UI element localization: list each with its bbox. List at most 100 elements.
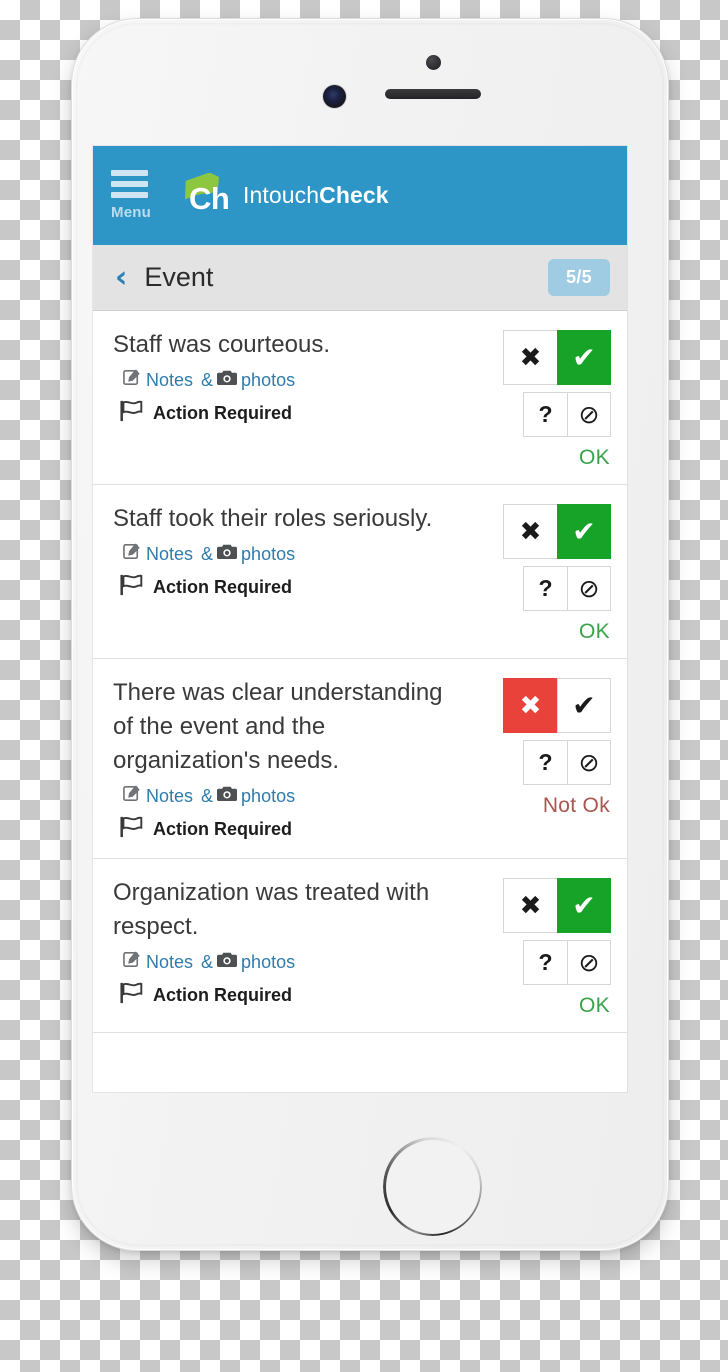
flag-icon (119, 398, 144, 428)
notes-label: Notes (146, 543, 194, 564)
x-icon: ✖ (519, 342, 542, 373)
question-mark-icon: ? (538, 949, 553, 976)
no-entry-icon: ⊘ (578, 400, 600, 429)
status-badge: OK (579, 446, 610, 469)
checklist: Staff was courteous. Notes & photos Acti… (93, 311, 627, 1034)
answer-not-applicable-button[interactable]: ⊘ (567, 566, 611, 611)
no-entry-icon: ⊘ (578, 574, 600, 603)
no-entry-icon: ⊘ (578, 948, 600, 978)
no-entry-icon: ⊘ (578, 748, 600, 777)
brand-prefix: Intouch (243, 182, 320, 208)
answer-primary-row: ✖ ✔ (503, 878, 611, 934)
app-bar: Menu Ch IntouchCheck (93, 146, 627, 245)
notes-and-photos-link[interactable]: Notes & photos (123, 784, 299, 808)
notes-and-photos-link[interactable]: Notes & photos (123, 950, 299, 974)
action-required-label: Action Required (153, 818, 293, 839)
answer-controls: ✖ ✔ ? ⊘ OK (475, 502, 611, 644)
action-required-label: Action Required (153, 984, 293, 1005)
chevron-left-icon[interactable]: ‹ (115, 262, 127, 293)
camera-icon (217, 543, 238, 565)
camera-icon (217, 785, 238, 807)
home-button-icon[interactable] (383, 1137, 482, 1236)
answer-unknown-button[interactable]: ? (523, 566, 567, 611)
flag-icon (119, 814, 144, 844)
action-required-row[interactable]: Action Required (113, 398, 465, 428)
checklist-item-content: Staff was courteous. Notes & photos Acti… (113, 328, 475, 470)
answer-yes-button[interactable]: ✔ (557, 330, 611, 385)
proximity-sensor-icon (426, 55, 441, 70)
notes-photos-row: Notes & photos (113, 542, 465, 566)
front-camera-icon (323, 85, 346, 108)
check-icon: ✔ (572, 888, 596, 922)
status-badge: OK (579, 620, 610, 643)
checklist-item-2: Staff took their roles seriously. Notes … (93, 485, 627, 659)
checklist-item-content: Organization was treated with respect. N… (113, 876, 475, 1018)
x-icon: ✖ (519, 890, 542, 921)
question-mark-icon: ? (538, 749, 553, 775)
camera-icon (217, 951, 238, 973)
answer-secondary-row: ? ⊘ (523, 940, 611, 986)
check-icon: ✔ (572, 340, 596, 374)
answer-secondary-row: ? ⊘ (523, 392, 611, 437)
action-required-label: Action Required (153, 402, 293, 423)
checklist-item-content: Staff took their roles seriously. Notes … (113, 502, 475, 644)
answer-unknown-button[interactable]: ? (523, 392, 567, 437)
question-text: Staff was courteous. (113, 331, 331, 358)
logo-mark-text: Ch (189, 180, 230, 216)
answer-no-button[interactable]: ✖ (503, 678, 557, 733)
question-text: There was clear understanding of the eve… (113, 679, 443, 775)
answer-secondary-row: ? ⊘ (523, 740, 611, 785)
edit-note-icon (123, 368, 142, 392)
action-required-row[interactable]: Action Required (113, 814, 465, 844)
question-text: Organization was treated with respect. (113, 879, 430, 941)
ampersand-label: & (201, 369, 214, 390)
check-icon: ✔ (572, 514, 596, 548)
action-required-row[interactable]: Action Required (113, 980, 465, 1010)
answer-controls: ✖ ✔ ? ⊘ OK (475, 876, 611, 1018)
answer-not-applicable-button[interactable]: ⊘ (567, 740, 611, 785)
answer-unknown-button[interactable]: ? (523, 740, 567, 785)
flag-icon (119, 980, 144, 1010)
answer-no-button[interactable]: ✖ (503, 330, 557, 385)
notes-photos-row: Notes & photos (113, 784, 465, 808)
progress-badge: 5/5 (548, 259, 610, 296)
answer-yes-button[interactable]: ✔ (557, 504, 611, 559)
photos-label: photos (241, 951, 296, 972)
page-title: Event (144, 262, 214, 292)
intouchcheck-logo-icon: Ch (179, 172, 233, 219)
hamburger-menu-icon[interactable]: Menu (111, 170, 163, 221)
answer-no-button[interactable]: ✖ (503, 504, 557, 559)
ampersand-label: & (201, 951, 214, 972)
camera-icon (217, 369, 238, 391)
photos-label: photos (241, 543, 296, 564)
flag-icon (119, 572, 144, 602)
notes-photos-row: Notes & photos (113, 368, 465, 392)
answer-primary-row: ✖ ✔ (503, 678, 611, 733)
notes-label: Notes (146, 785, 194, 806)
notes-and-photos-link[interactable]: Notes & photos (123, 542, 299, 566)
answer-yes-button[interactable]: ✔ (557, 678, 611, 733)
checklist-item-content: There was clear understanding of the eve… (113, 676, 475, 844)
earpiece-speaker-icon (385, 89, 481, 99)
answer-not-applicable-button[interactable]: ⊘ (567, 392, 611, 437)
answer-yes-button[interactable]: ✔ (557, 878, 611, 934)
action-required-row[interactable]: Action Required (113, 572, 465, 602)
checklist-item-4: Organization was treated with respect. N… (93, 859, 627, 1034)
answer-controls: ✖ ✔ ? ⊘ OK (475, 328, 611, 470)
action-required-label: Action Required (153, 576, 293, 597)
answer-no-button[interactable]: ✖ (503, 878, 557, 934)
answer-unknown-button[interactable]: ? (523, 940, 567, 986)
brand-name: IntouchCheck (243, 182, 389, 209)
answer-not-applicable-button[interactable]: ⊘ (567, 940, 611, 986)
edit-note-icon (123, 950, 142, 974)
answer-primary-row: ✖ ✔ (503, 330, 611, 385)
edit-note-icon (123, 542, 142, 566)
notes-photos-row: Notes & photos (113, 950, 465, 974)
menu-line (111, 181, 148, 187)
status-badge: Not Ok (542, 794, 610, 817)
phone-screen: Menu Ch IntouchCheck ‹ Event 5/5 Staff w… (93, 146, 627, 1092)
answer-primary-row: ✖ ✔ (503, 504, 611, 559)
question-mark-icon: ? (538, 401, 553, 427)
edit-note-icon (123, 784, 142, 808)
notes-and-photos-link[interactable]: Notes & photos (123, 368, 299, 392)
